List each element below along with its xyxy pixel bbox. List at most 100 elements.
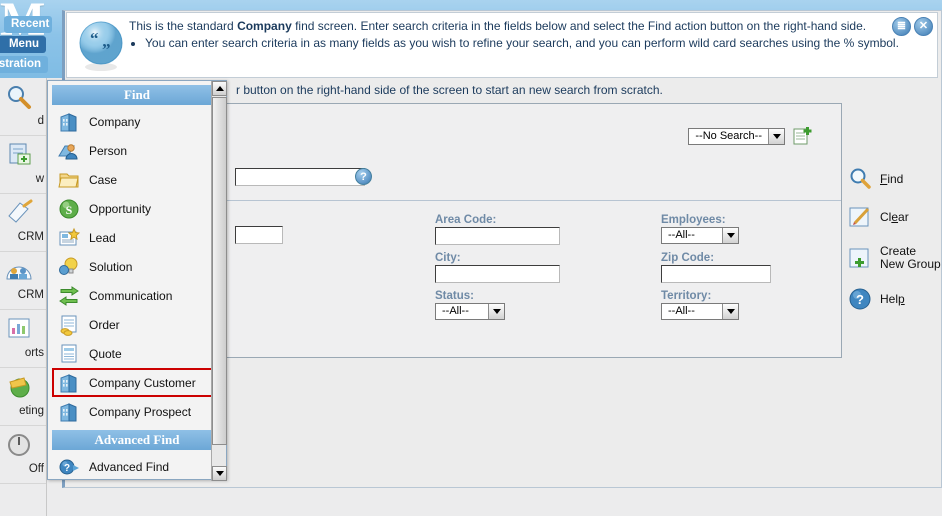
city-input[interactable] xyxy=(435,265,560,283)
menu-item-label: Communication xyxy=(89,288,173,303)
person-icon xyxy=(58,140,80,162)
close-icon[interactable]: ✕ xyxy=(914,17,933,36)
area-code-input[interactable] xyxy=(435,227,560,245)
find-magnifier-icon xyxy=(4,83,34,111)
opportunity-icon: S xyxy=(58,198,80,220)
lead-icon xyxy=(58,227,80,249)
employees-label: Employees: xyxy=(661,214,726,226)
menu-item-advanced-find[interactable]: ? Advanced Find xyxy=(48,452,226,481)
advanced-find-section-header: Advanced Find xyxy=(52,430,222,450)
company-find-form: --No Search-- ? Area Code: City: Status:… xyxy=(222,103,842,358)
menu-item-opportunity[interactable]: S Opportunity xyxy=(48,194,226,223)
employees-value: --All-- xyxy=(668,229,695,241)
chevron-down-icon xyxy=(722,228,738,243)
employees-select[interactable]: --All-- xyxy=(661,227,739,244)
scroll-down-icon[interactable] xyxy=(212,466,227,481)
menu-item-label: Quote xyxy=(89,346,122,361)
find-menu-scrollbar[interactable] xyxy=(211,81,227,481)
list-options-icon[interactable]: ≣ xyxy=(892,17,911,36)
svg-text:”: ” xyxy=(102,40,111,59)
question-help-icon: ? xyxy=(848,287,872,311)
magnifier-icon xyxy=(848,167,872,191)
rail-label: orts xyxy=(24,347,44,359)
field-help-icon[interactable]: ? xyxy=(355,168,372,185)
company-building-icon xyxy=(58,372,80,394)
advanced-find-icon: ? xyxy=(58,456,80,478)
menu-item-label: Advanced Find xyxy=(89,459,170,474)
rail-label: CRM xyxy=(17,289,44,301)
rail-item-find[interactable]: d xyxy=(0,78,46,136)
menu-item-solution[interactable]: Solution xyxy=(48,252,226,281)
create-label-line2: New Group xyxy=(880,257,941,271)
rail-item-new[interactable]: w xyxy=(0,136,46,194)
status-label: Status: xyxy=(435,290,474,302)
action-panel: Find Clear Create New Group ? Help xyxy=(848,160,942,318)
menu-item-communication[interactable]: Communication xyxy=(48,281,226,310)
create-new-group-button[interactable]: Create New Group xyxy=(848,236,942,280)
rail-label: w xyxy=(35,173,44,185)
svg-text:?: ? xyxy=(64,463,70,474)
menu-item-label: Solution xyxy=(89,259,133,274)
case-folder-icon xyxy=(58,169,80,191)
help-line1-post: find screen. Enter search criteria in th… xyxy=(291,19,867,33)
chevron-down-icon xyxy=(488,304,504,319)
my-crm-icon xyxy=(4,199,34,227)
status-select[interactable]: --All-- xyxy=(435,303,505,320)
company-name-input[interactable] xyxy=(235,226,283,244)
menu-item-company-prospect[interactable]: Company Prospect xyxy=(48,397,226,426)
saved-search-select[interactable]: --No Search-- xyxy=(688,127,785,145)
rail-item-my-crm[interactable]: CRM xyxy=(0,194,46,252)
territory-select[interactable]: --All-- xyxy=(661,303,739,320)
help-action-button[interactable]: ? Help xyxy=(848,280,942,318)
help-line-3-clipped: r button on the right-hand side of the s… xyxy=(236,83,663,97)
nav-tab-administration[interactable]: stration xyxy=(0,56,48,73)
create-group-icon xyxy=(848,246,872,270)
find-menu-header: Find xyxy=(52,85,222,105)
create-label-line1: Create xyxy=(880,244,917,258)
zip-code-label: Zip Code: xyxy=(661,252,715,264)
help-banner: “ ” This is the standard Company find sc… xyxy=(66,12,938,78)
rail-item-log-off[interactable]: Off xyxy=(0,426,46,484)
menu-item-case[interactable]: Case xyxy=(48,165,226,194)
zip-code-input[interactable] xyxy=(661,265,771,283)
menu-item-company[interactable]: Company xyxy=(48,107,226,136)
menu-item-label: Company Prospect xyxy=(89,404,192,419)
help-action-label: Help xyxy=(880,291,905,306)
section-divider xyxy=(225,200,841,201)
scroll-up-icon[interactable] xyxy=(212,81,227,96)
menu-item-company-customer[interactable]: Company Customer xyxy=(52,368,218,397)
area-code-label: Area Code: xyxy=(435,214,497,226)
rail-label: eting xyxy=(19,405,44,417)
help-line1-pre: This is the standard xyxy=(129,19,238,33)
nav-tab-recent[interactable]: Recent xyxy=(4,16,52,33)
rail-label: d xyxy=(37,115,44,127)
chevron-down-icon xyxy=(722,304,738,319)
app-root: M Recent Menu stration d xyxy=(0,0,942,516)
create-new-group-label: Create New Group xyxy=(880,245,941,271)
menu-item-person[interactable]: Person xyxy=(48,136,226,165)
clear-action-label: Clear xyxy=(880,209,909,224)
search-text-input[interactable] xyxy=(235,168,365,186)
rail-item-team-crm[interactable]: CRM xyxy=(0,252,46,310)
rail-item-reports[interactable]: orts xyxy=(0,310,46,368)
svg-text:?: ? xyxy=(856,292,864,307)
menu-item-label: Company Customer xyxy=(89,375,196,390)
company-building-icon xyxy=(58,401,80,423)
scrollbar-thumb[interactable] xyxy=(212,97,227,445)
find-action-button[interactable]: Find xyxy=(848,160,942,198)
clear-action-button[interactable]: Clear xyxy=(848,198,942,236)
saved-search-value: --No Search-- xyxy=(695,129,762,142)
menu-item-lead[interactable]: Lead xyxy=(48,223,226,252)
menu-item-order[interactable]: Order xyxy=(48,310,226,339)
nav-tab-menu[interactable]: Menu xyxy=(0,36,46,53)
rail-label: Off xyxy=(28,463,44,475)
rail-item-marketing[interactable]: eting xyxy=(0,368,46,426)
communication-arrows-icon xyxy=(58,285,80,307)
menu-item-quote[interactable]: Quote xyxy=(48,339,226,368)
pencil-edit-icon xyxy=(848,205,872,229)
city-label: City: xyxy=(435,252,461,264)
new-group-icon[interactable] xyxy=(793,126,813,146)
company-building-icon xyxy=(58,111,80,133)
help-bullet-list: You can enter search criteria in as many… xyxy=(129,35,909,52)
marketing-icon xyxy=(4,373,34,401)
